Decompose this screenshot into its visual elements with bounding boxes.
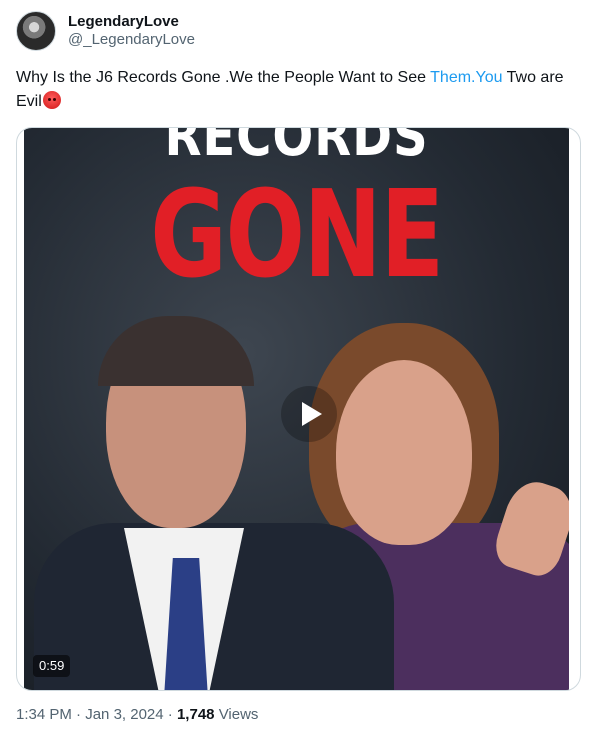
thumbnail-person-right-face xyxy=(336,360,472,545)
tweet-text: Why Is the J6 Records Gone .We the Peopl… xyxy=(16,66,586,114)
angry-face-icon xyxy=(42,91,61,109)
video-player[interactable]: RECORDS GONE 0:59 xyxy=(16,127,581,691)
avatar[interactable] xyxy=(16,11,56,51)
thumbnail-headline-top: RECORDS xyxy=(164,128,429,169)
tweet-date[interactable]: Jan 3, 2024 xyxy=(85,706,163,723)
play-button[interactable] xyxy=(281,386,337,442)
thumbnail-headline-main: GONE xyxy=(150,166,444,305)
views-label: Views xyxy=(218,706,259,723)
author-display-name[interactable]: LegendaryLove xyxy=(68,13,195,31)
video-duration: 0:59 xyxy=(33,655,71,677)
thumbnail-person-left-hair xyxy=(98,316,254,386)
play-icon xyxy=(301,402,322,426)
video-thumbnail[interactable]: RECORDS GONE xyxy=(24,128,569,690)
author-handle[interactable]: @_LegendaryLove xyxy=(68,31,195,49)
meta-separator: · xyxy=(76,706,82,723)
tweet-link[interactable]: Them.You xyxy=(430,69,502,86)
views-count: 1,748 xyxy=(176,706,215,723)
meta-separator: · xyxy=(167,706,173,723)
tweet-header: LegendaryLove @_LegendaryLove xyxy=(16,11,195,51)
tweet-text-part1: Why Is the J6 Records Gone .We the Peopl… xyxy=(16,69,431,86)
tweet-meta: 1:34 PM · Jan 3, 2024 · 1,748 Views xyxy=(16,705,258,725)
tweet-time[interactable]: 1:34 PM xyxy=(16,706,72,723)
author-names: LegendaryLove @_LegendaryLove xyxy=(68,13,195,49)
